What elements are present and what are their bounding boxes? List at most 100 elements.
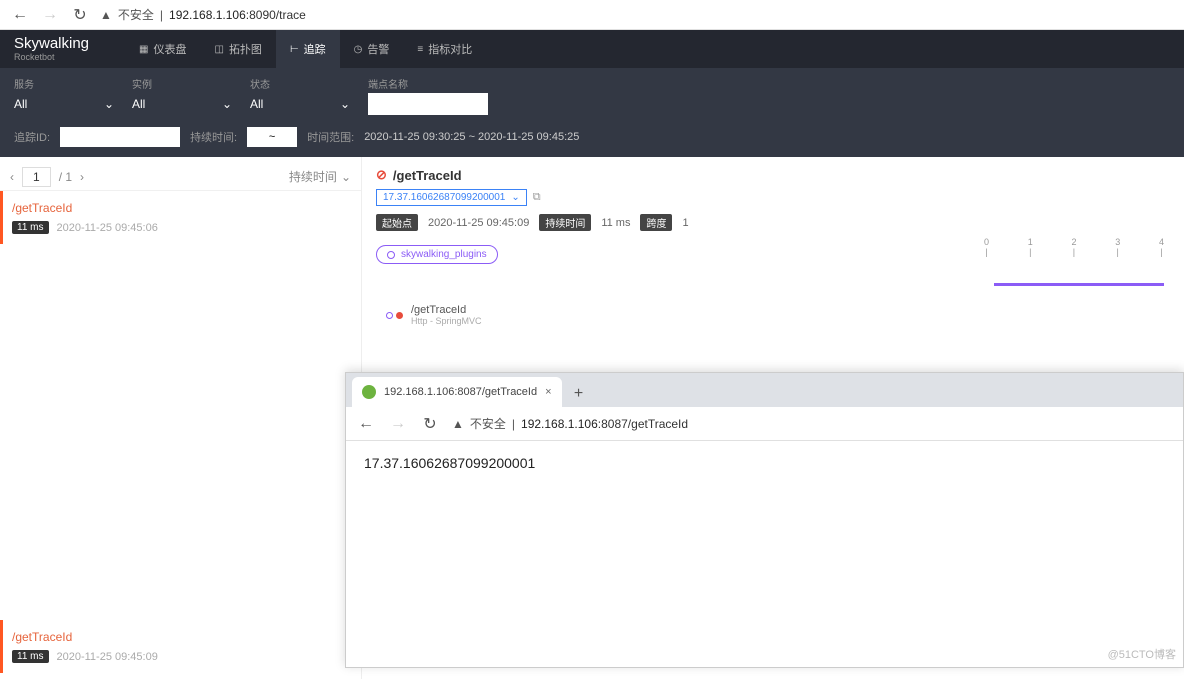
trace-icon: ⊢ (290, 44, 299, 55)
filter-label: 状态 (250, 76, 350, 91)
span-name: /getTraceId (411, 304, 482, 316)
duration-meta-value: 11 ms (601, 217, 630, 229)
overlay-body-text: 17.37.16062687099200001 (364, 455, 535, 471)
start-label: 起始点 (376, 214, 418, 231)
warning-icon: ▲ (452, 417, 464, 431)
sort-label: 持续时间 (289, 168, 337, 185)
chevron-down-icon: ⌄ (104, 97, 114, 111)
sort-select[interactable]: 持续时间 ⌄ (289, 168, 351, 185)
span-error-dot-icon (396, 312, 403, 319)
overlay-page-content: 17.37.16062687099200001 (346, 441, 1183, 485)
trace-list-item[interactable]: /getTraceId 11 ms 2020-11-25 09:45:09 (0, 620, 361, 673)
trace-list-item[interactable]: /getTraceId 11 ms 2020-11-25 09:45:06 (0, 191, 361, 244)
overlay-back-button[interactable]: ← (356, 414, 376, 434)
time-ruler: 0| 1| 2| 3| 4| (984, 237, 1164, 257)
overlay-address-bar[interactable]: ▲ 不安全 | 192.168.1.106:8087/getTraceId (452, 415, 688, 432)
nav-label: 追踪 (304, 41, 326, 57)
browser-toolbar: ← → ↻ ▲ 不安全 | 192.168.1.106:8090/trace (0, 0, 1184, 30)
pager: ‹ 1 / 1 › 持续时间⌄ (0, 163, 361, 191)
endpoint-input[interactable] (368, 93, 488, 115)
filter-bar: 服务 All⌄ 实例 All⌄ 状态 All⌄ 端点名称 追踪ID: 持续时间:… (0, 68, 1184, 157)
refresh-button[interactable]: ↻ (70, 5, 90, 25)
trace-id-input[interactable] (60, 127, 180, 147)
trace-item-title: /getTraceId (12, 201, 349, 215)
logo-text: Skywalking (14, 36, 89, 51)
filter-label: 端点名称 (368, 76, 488, 91)
span-dot-icon (386, 312, 393, 319)
logo-subtitle: Rocketbot (14, 53, 89, 62)
filter-service: 服务 All⌄ (14, 76, 114, 115)
new-tab-button[interactable]: + (566, 381, 592, 407)
main-nav: ▦仪表盘 ◫ 拓扑图 ⊢ 追踪 ◷告警 ≡指标对比 (125, 30, 486, 68)
span-row[interactable]: /getTraceId Http - SpringMVC (386, 304, 1170, 326)
span-sub: Http - SpringMVC (411, 316, 482, 326)
app-header: Skywalking Rocketbot ▦仪表盘 ◫ 拓扑图 ⊢ 追踪 ◷告警 ≡… (0, 30, 1184, 68)
span-label: 跨度 (640, 214, 672, 231)
copy-icon[interactable]: ⧉ (533, 191, 541, 204)
overlay-url-path: :8087/getTraceId (598, 417, 688, 431)
service-select[interactable]: All⌄ (14, 93, 114, 115)
pager-next[interactable]: › (80, 170, 84, 184)
trace-item-time: 2020-11-25 09:45:06 (57, 222, 158, 234)
trace-list-panel: ‹ 1 / 1 › 持续时间⌄ /getTraceId 11 ms 2020-1… (0, 157, 362, 679)
watermark: @51CTO博客 (1108, 646, 1176, 662)
close-icon[interactable]: × (545, 386, 551, 398)
topology-icon: ◫ (214, 44, 223, 55)
spring-icon (362, 385, 376, 399)
pager-prev[interactable]: ‹ (10, 170, 14, 184)
nav-trace[interactable]: ⊢ 追踪 (276, 30, 340, 68)
pager-current[interactable]: 1 (22, 167, 51, 187)
overlay-refresh-button[interactable]: ↻ (420, 414, 440, 434)
span-value: 1 (682, 217, 688, 229)
overlay-tab-title: 192.168.1.106:8087/getTraceId (384, 386, 537, 398)
instance-select[interactable]: All⌄ (132, 93, 232, 115)
filter-status: 状态 All ⌄ (250, 76, 350, 115)
span-tree: /getTraceId Http - SpringMVC (386, 304, 1170, 326)
address-divider: | (160, 8, 163, 22)
back-button[interactable]: ← (10, 5, 30, 25)
overlay-browser-window: 192.168.1.106:8087/getTraceId × + ← → ↻ … (345, 372, 1184, 668)
nav-label: 告警 (367, 41, 389, 57)
nav-metrics[interactable]: ≡指标对比 (403, 30, 486, 68)
chevron-down-icon: ⌄ (222, 97, 232, 111)
nav-dashboard[interactable]: ▦仪表盘 (125, 30, 200, 68)
url-host: 192.168.1.106 (169, 8, 246, 22)
address-divider: | (512, 417, 515, 431)
overlay-tab-strip: 192.168.1.106:8087/getTraceId × + (346, 373, 1183, 407)
nav-topology[interactable]: ◫ 拓扑图 (200, 30, 275, 68)
start-value: 2020-11-25 09:45:09 (428, 217, 529, 229)
nav-alarm[interactable]: ◷告警 (340, 30, 404, 68)
chevron-down-icon: ⌄ (341, 170, 351, 184)
trace-id-select[interactable]: 17.37.16062687099200001⌄ (376, 189, 527, 206)
duration-input[interactable] (247, 127, 297, 147)
ruler-tick: 1 (1028, 237, 1033, 247)
nav-label: 拓扑图 (229, 41, 262, 57)
insecure-label: 不安全 (118, 6, 154, 23)
status-select[interactable]: All ⌄ (250, 93, 350, 115)
warning-icon: ▲ (100, 8, 112, 22)
select-value: All (250, 97, 263, 111)
duration-badge: 11 ms (12, 650, 49, 663)
duration-meta-label: 持续时间 (539, 214, 591, 231)
filter-endpoint: 端点名称 (368, 76, 488, 115)
address-bar[interactable]: ▲ 不安全 | 192.168.1.106:8090/trace (100, 6, 306, 23)
metrics-icon: ≡ (417, 44, 423, 55)
filter-instance: 实例 All⌄ (132, 76, 232, 115)
overlay-forward-button[interactable]: → (388, 414, 408, 434)
span-duration-bar (994, 283, 1164, 286)
overlay-tab[interactable]: 192.168.1.106:8087/getTraceId × (352, 377, 562, 407)
overlay-url-host: 192.168.1.106 (521, 417, 598, 431)
dashboard-icon: ▦ (139, 44, 148, 55)
filter-label: 实例 (132, 76, 232, 91)
forward-button[interactable]: → (40, 5, 60, 25)
ruler-tick: 0 (984, 237, 989, 247)
duration-badge: 11 ms (12, 221, 49, 234)
chevron-down-icon: ⌄ (340, 97, 350, 111)
service-tag[interactable]: skywalking_plugins (376, 245, 498, 264)
ruler-tick: 4 (1159, 237, 1164, 247)
error-icon: ⊘ (376, 167, 387, 183)
time-range-value: 2020-11-25 09:30:25 ~ 2020-11-25 09:45:2… (364, 131, 579, 143)
duration-label: 持续时间: (190, 129, 237, 145)
url-path: :8090/trace (246, 8, 306, 22)
overlay-insecure-label: 不安全 (470, 415, 506, 432)
